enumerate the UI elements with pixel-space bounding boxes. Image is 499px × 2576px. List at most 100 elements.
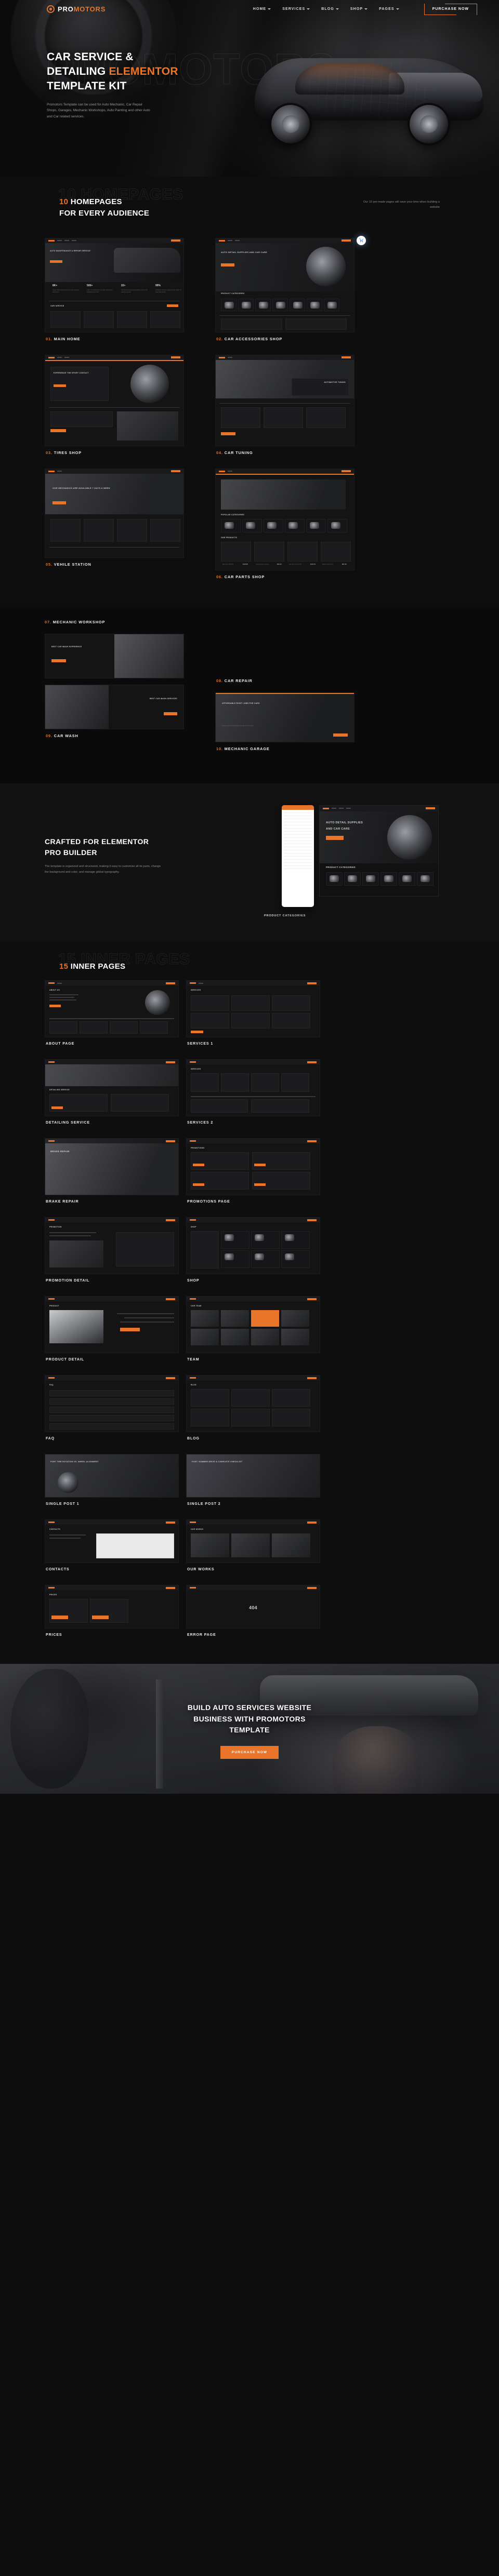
mini-team-highlight xyxy=(251,1310,279,1327)
innerpage-label: ABOUT PAGE xyxy=(46,1042,75,1046)
nav-item-shop[interactable]: SHOP xyxy=(350,7,368,11)
mini-topbar xyxy=(216,469,354,474)
innerpage-thumb-promotions-page[interactable]: PROMOTIONS xyxy=(186,1138,320,1196)
mini-logo-icon xyxy=(48,1521,55,1524)
innerpage-thumb-services-2[interactable]: SERVICES xyxy=(186,1059,320,1117)
mini-topbar xyxy=(187,1297,320,1302)
homepage-label-02: 02. CAR ACCESSORIES SHOP xyxy=(216,337,354,341)
nav-item-blog[interactable]: BLOG xyxy=(321,7,339,11)
mini-cta xyxy=(92,1616,109,1620)
mini-stat-value: 22+ xyxy=(121,284,126,287)
innerpage-thumb-prices[interactable]: PRICES xyxy=(45,1585,179,1629)
homepage-name: MECHANIC GARAGE xyxy=(224,746,270,751)
innerpage-thumb-single-post-2[interactable]: POST: SUMMER DRIVE & COMPLETE CHECKLIST xyxy=(186,1454,320,1498)
mini-page-title: PROMOTION xyxy=(49,1226,62,1229)
mini-topbar xyxy=(216,238,354,243)
mini-stat-caption: Happy Clients dolor perus non enim posue… xyxy=(52,289,80,293)
homepage-thumb-car-wash[interactable]: BEST CAR WASH SERVICES xyxy=(45,684,184,729)
innerpage-thumb-detailing-service[interactable]: DETAILING SERVICE xyxy=(45,1059,179,1117)
innerpage-thumb-services-1[interactable]: SERVICES xyxy=(186,980,320,1038)
mini-cta-button xyxy=(307,1298,317,1300)
mini-topbar xyxy=(45,1297,178,1302)
homepages-row-1: AUTO MAINTENANCE & REPAIR SERVICE 8K+ 50… xyxy=(15,235,484,351)
homepage-thumb-car-tuning[interactable]: AUTOMOTIVE TUNING xyxy=(215,354,354,446)
innerpage-thumb-faq[interactable]: FAQ xyxy=(45,1375,179,1433)
logo-text: PROMOTORS xyxy=(58,5,106,13)
purchase-now-button-header[interactable]: PURCHASE NOW xyxy=(424,3,478,15)
innerpage-thumb-shop[interactable]: SHOP xyxy=(186,1217,320,1275)
crafted-title-line2: PRO BUILDER xyxy=(45,848,97,857)
floating-cart-button[interactable] xyxy=(357,235,366,245)
mini-post-card xyxy=(191,1389,229,1407)
mini-image xyxy=(49,1240,103,1268)
innerpage-thumb-our-works[interactable]: OUR WORKS xyxy=(186,1519,320,1564)
mini-card xyxy=(231,995,270,1011)
homepage-thumb-car-parts-shop[interactable]: POPULAR CATEGORIES OUR PRODUCTS Ball Joi… xyxy=(215,468,354,570)
mini-divider xyxy=(220,403,350,404)
mini-product-card xyxy=(324,298,339,311)
homepage-number: 10. xyxy=(216,746,223,751)
mobile-preview[interactable] xyxy=(282,805,314,907)
homepage-label-07: 07. MECHANIC WORKSHOP xyxy=(45,608,484,624)
mini-cta-button xyxy=(171,239,180,242)
mini-card xyxy=(264,407,303,428)
homepages-title-rest: HOMEPAGES xyxy=(68,197,122,206)
mini-preview: POPULAR CATEGORIES OUR PRODUCTS Ball Joi… xyxy=(216,469,354,570)
innerpage-thumb-brake-repair[interactable]: BRAKE REPAIR xyxy=(45,1138,179,1196)
innerpages-header: 15 INNER PAGES 15 INNER PAGES xyxy=(15,941,484,972)
homepages-header: 10 HOMEPAGES 10 HOMEPAGES FOR EVERY AUDI… xyxy=(15,177,484,219)
innerpage-thumb-error-page[interactable]: 404 xyxy=(186,1585,320,1629)
innerpage-thumb-about-page[interactable]: ABOUT US xyxy=(45,980,179,1038)
desktop-preview[interactable]: AUTO DETAIL SUPPLIES AND CAR CARE PRODUC… xyxy=(319,805,439,897)
mini-card xyxy=(251,1073,279,1092)
mini-logo-icon xyxy=(219,239,225,242)
mini-preview: AFFORDABLE RIGHT JOBS FOR CARS MAKE CAR … xyxy=(216,692,354,742)
mini-cta-button xyxy=(166,982,175,984)
mini-preview: BEST CAR WASH EXPERIENCE xyxy=(45,634,183,678)
mini-cta-button xyxy=(171,470,180,472)
innerpage-thumb-team[interactable]: OUR TEAM xyxy=(186,1296,320,1354)
mini-product-name: Brake Disc Front xyxy=(322,563,333,565)
innerpage-thumb-contacts[interactable]: CONTACTS xyxy=(45,1519,179,1564)
crafted-paragraph: The template is organized and structured… xyxy=(45,864,161,874)
homepage-thumb-car-repair[interactable]: BEST CAR WASH EXPERIENCE xyxy=(45,633,184,678)
mini-topbar xyxy=(187,1376,320,1381)
nav-item-pages[interactable]: PAGES xyxy=(379,7,399,11)
innerpage-thumb-promotion-detail[interactable]: PROMOTION xyxy=(45,1217,179,1275)
mini-preview: ABOUT US xyxy=(45,981,178,1037)
homepage-thumb-mechanic-garage[interactable]: AFFORDABLE RIGHT JOBS FOR CARS MAKE CAR … xyxy=(215,692,354,742)
innerpage-thumb-product-detail[interactable]: PRODUCT xyxy=(45,1296,179,1354)
innerpage-thumb-single-post-1[interactable]: PORT TIRE ROTATION VS. WHEEL ALIGNMENT xyxy=(45,1454,179,1498)
mini-cta-button xyxy=(171,356,180,358)
homepage-name: MECHANIC WORKSHOP xyxy=(52,619,106,624)
mini-hero-image xyxy=(45,685,109,729)
nav-item-home[interactable]: HOME xyxy=(253,7,271,11)
mini-divider xyxy=(49,300,179,301)
mini-preview: POST: SUMMER DRIVE & COMPLETE CHECKLIST xyxy=(187,1454,320,1498)
homepage-number: 02. xyxy=(216,336,223,341)
mini-post-card xyxy=(272,1409,310,1427)
mini-cta xyxy=(193,1183,204,1186)
homepage-thumb-main-home[interactable]: AUTO MAINTENANCE & REPAIR SERVICE 8K+ 50… xyxy=(45,237,184,332)
hero-title-line2: DETAILING xyxy=(47,65,109,77)
innerpage-thumb-blog[interactable]: BLOG xyxy=(186,1375,320,1433)
mini-page-title: PRICES xyxy=(49,1594,57,1596)
site-logo[interactable]: PROMOTORS xyxy=(47,5,106,13)
homepage-thumb-tires-shop[interactable]: EXPERIENCE THE SPORT CONTACT xyxy=(45,354,184,446)
mini-hero-cta xyxy=(54,384,66,387)
mini-card xyxy=(272,995,310,1011)
mini-preview: OUR MECHANICS ARE AVAILABLE 7 DAYS A WEE… xyxy=(45,469,183,557)
mini-divider xyxy=(220,315,350,316)
nav-item-services[interactable]: SERVICES xyxy=(282,7,310,11)
cart-icon xyxy=(359,238,363,243)
mini-hero-title-2: AND CAR CARE xyxy=(326,827,350,831)
innerpage-item-services1: SERVICES SERVICES 1 xyxy=(186,980,320,1052)
innerpage-item-faq: FAQ FAQ xyxy=(45,1375,179,1447)
mini-card xyxy=(80,1021,108,1034)
homepage-thumb-vehile-station[interactable]: OUR MECHANICS ARE AVAILABLE 7 DAYS A WEE… xyxy=(45,468,184,558)
mini-logo-icon xyxy=(48,1219,55,1221)
homepage-thumb-car-accessories-shop[interactable]: AUTO DETAIL SUPPLIES AND CAR CARE PRODUC… xyxy=(215,237,354,332)
mini-preview: OUR TEAM xyxy=(187,1297,320,1353)
mini-logo-icon xyxy=(190,982,196,984)
purchase-now-button-footer[interactable]: PURCHASE NOW xyxy=(220,1746,279,1759)
